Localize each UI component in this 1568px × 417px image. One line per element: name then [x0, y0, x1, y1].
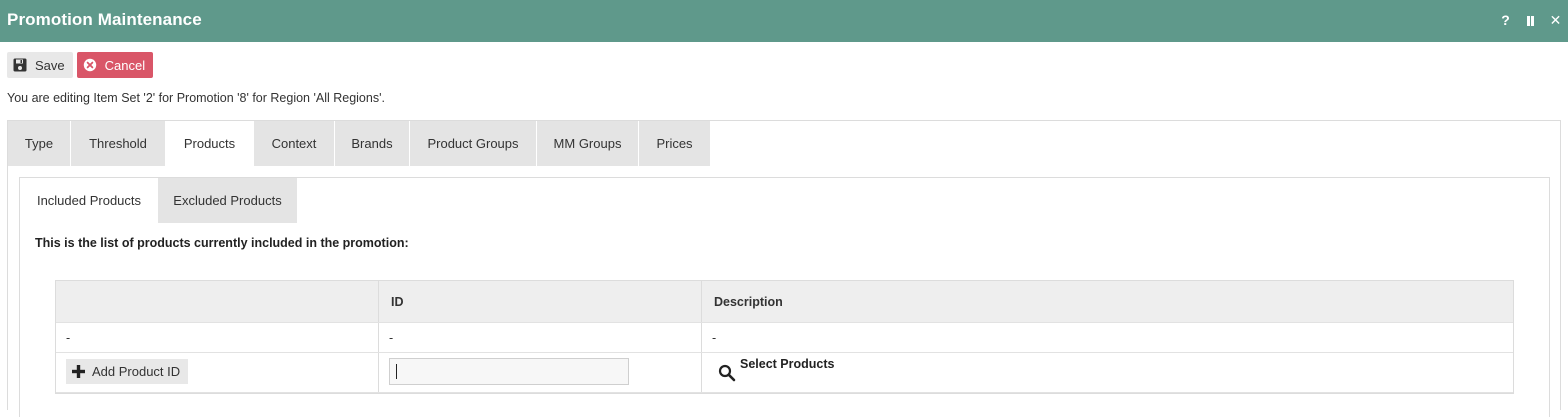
edit-status-message: You are editing Item Set '2' for Promoti… — [7, 91, 385, 105]
table-cell: - — [56, 323, 379, 352]
table-cell-id: - — [379, 323, 702, 352]
select-products-label: Select Products — [740, 357, 835, 371]
table-header-row: ID Description — [56, 281, 1513, 323]
tab-label: Type — [24, 136, 54, 151]
product-subtabs: Included Products Excluded Products — [20, 178, 297, 223]
floppy-disk-icon — [13, 58, 27, 72]
select-products-button[interactable]: Select Products — [718, 356, 834, 382]
table-cell-description: - — [712, 330, 717, 345]
add-product-cell: Add Product ID — [56, 353, 379, 392]
tab-threshold[interactable]: Threshold — [71, 121, 166, 166]
toolbar: Save Cancel — [7, 52, 154, 78]
add-product-id-button[interactable]: Add Product ID — [66, 359, 189, 384]
search-icon — [718, 364, 736, 382]
column-header-description: Description — [714, 294, 783, 309]
tab-label: Brands — [351, 136, 393, 151]
tab-label: Products — [183, 136, 236, 151]
included-products-heading: This is the list of products currently i… — [35, 236, 409, 250]
plus-icon — [72, 365, 85, 378]
tab-label: Product Groups — [427, 136, 519, 151]
save-button[interactable]: Save — [7, 52, 73, 78]
product-id-input[interactable] — [389, 358, 629, 385]
tab-label: Excluded Products — [173, 193, 282, 208]
tab-label: Context — [271, 136, 317, 151]
help-icon[interactable]: ? — [1499, 12, 1512, 28]
product-id-input-cell — [379, 353, 702, 392]
column-header-id: ID — [379, 281, 702, 322]
tab-prices[interactable]: Prices — [639, 121, 711, 166]
included-products-table: ID Description - - - Add Product ID Sele… — [55, 280, 1514, 394]
promotion-tab-panel: Type Threshold Products Context Brands P… — [7, 120, 1561, 417]
tab-products[interactable]: Products — [166, 121, 254, 166]
pause-icon[interactable] — [1524, 12, 1537, 28]
tab-label: Prices — [656, 136, 693, 151]
tab-label: Included Products — [36, 193, 142, 208]
tab-type[interactable]: Type — [8, 121, 71, 166]
tab-brands[interactable]: Brands — [335, 121, 410, 166]
products-tab-panel: Included Products Excluded Products This… — [19, 177, 1550, 417]
save-button-label: Save — [35, 57, 65, 73]
tab-product-groups[interactable]: Product Groups — [410, 121, 537, 166]
cancel-button[interactable]: Cancel — [76, 52, 154, 78]
cancel-circle-icon — [83, 58, 97, 72]
table-row: - - - — [56, 323, 1513, 353]
tab-label: MM Groups — [553, 136, 622, 151]
window-title: Promotion Maintenance — [7, 10, 202, 29]
tab-included-products[interactable]: Included Products — [20, 178, 158, 223]
cancel-button-label: Cancel — [104, 57, 146, 73]
window-controls: ? ✕ — [1499, 12, 1562, 28]
add-product-row: Add Product ID Select Products — [56, 353, 1513, 393]
window-titlebar: Promotion Maintenance ? ✕ — [0, 0, 1568, 42]
select-products-cell: Select Products — [702, 353, 1513, 392]
main-tabs: Type Threshold Products Context Brands P… — [8, 121, 711, 166]
tab-mm-groups[interactable]: MM Groups — [537, 121, 639, 166]
tab-label: Threshold — [89, 136, 147, 151]
text-cursor — [396, 364, 397, 379]
column-header — [56, 281, 379, 322]
tab-excluded-products[interactable]: Excluded Products — [158, 178, 297, 223]
add-product-id-label: Add Product ID — [92, 364, 181, 379]
tab-context[interactable]: Context — [254, 121, 335, 166]
close-icon[interactable]: ✕ — [1549, 12, 1562, 28]
